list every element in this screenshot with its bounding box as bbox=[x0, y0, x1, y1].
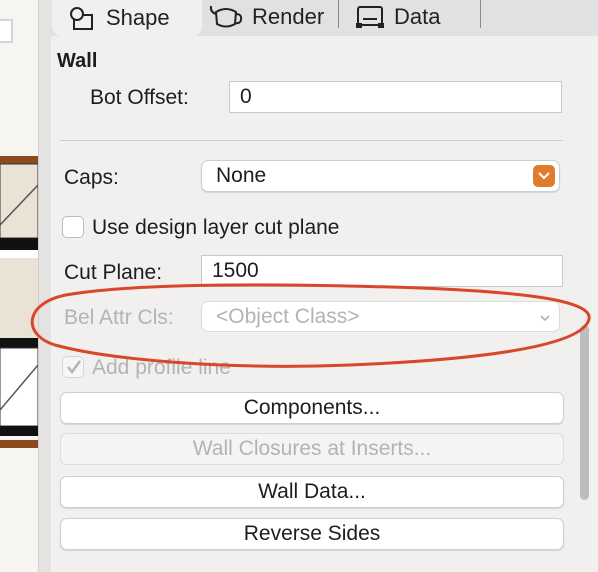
annotation-ellipse bbox=[30, 283, 591, 368]
